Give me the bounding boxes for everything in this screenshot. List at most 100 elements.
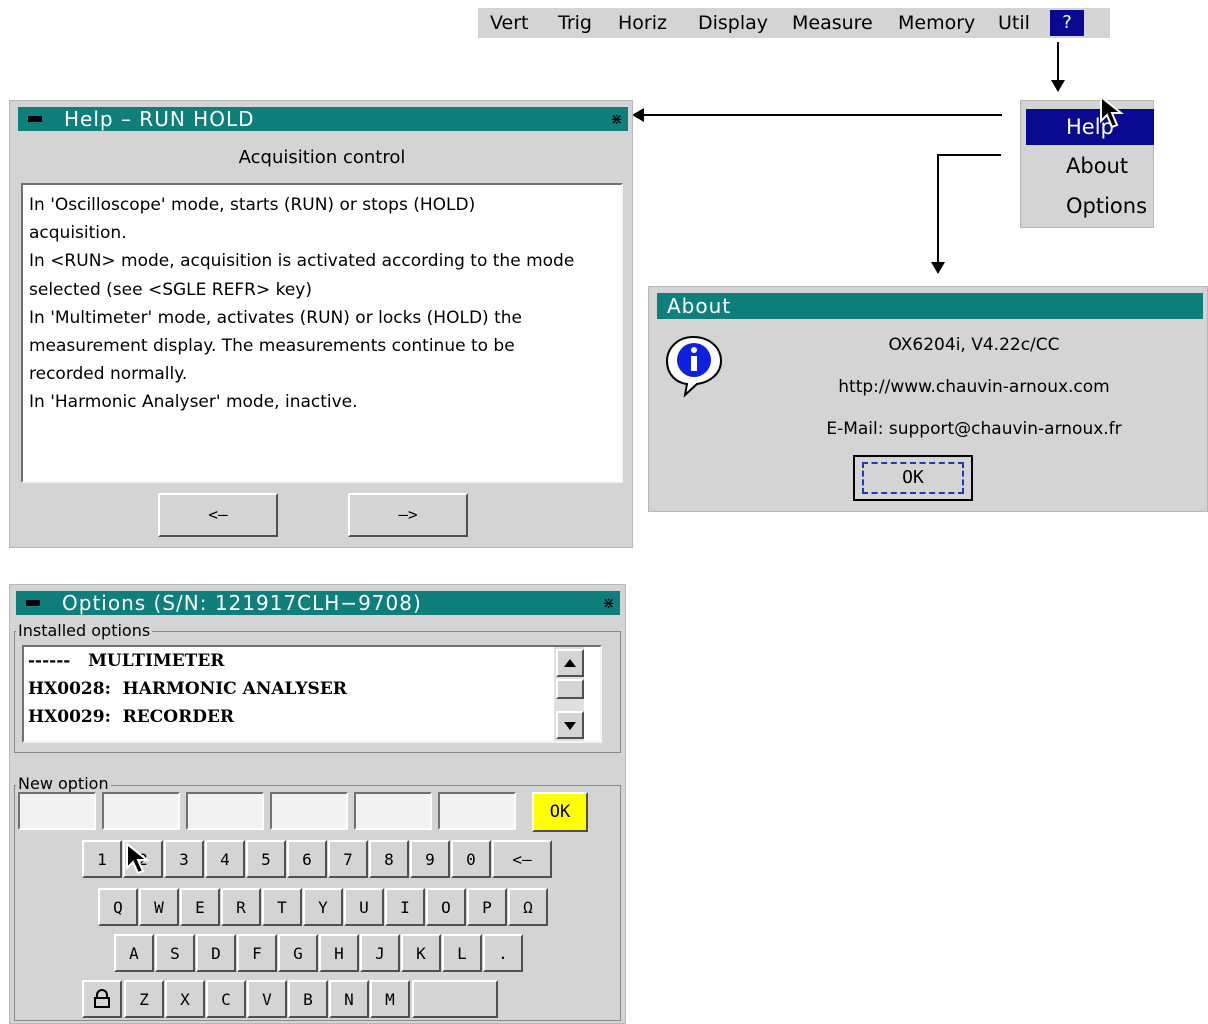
keyboard-key[interactable]: P	[467, 888, 507, 926]
minimize-icon[interactable]	[28, 116, 42, 122]
keyboard-key[interactable]: 3	[164, 840, 204, 878]
help-line: recorded normally.	[29, 364, 188, 385]
help-line: acquisition.	[29, 223, 127, 244]
arrow-head	[1051, 80, 1065, 92]
keyboard-key[interactable]: U	[344, 888, 384, 926]
keyboard-key[interactable]: Ω	[508, 888, 548, 926]
scroll-down-button[interactable]	[556, 711, 584, 739]
help-line: In 'Multimeter' mode, activates (RUN) or…	[29, 307, 522, 328]
options-title-bar: Options (S/N: 121917CLH−9708) ⋇	[16, 591, 620, 615]
keyboard-key[interactable]: Z	[124, 980, 164, 1018]
keyboard-key[interactable]: S	[155, 934, 195, 972]
dropdown-item-about[interactable]: About	[1066, 151, 1128, 181]
keyboard-key[interactable]: V	[247, 980, 287, 1018]
menu-help-question[interactable]: ?	[1050, 10, 1084, 36]
keyboard-key[interactable]: T	[262, 888, 302, 926]
arrow-line	[642, 114, 1002, 116]
about-website: http://www.chauvin-arnoux.com	[838, 377, 1110, 397]
keyboard-key[interactable]: L	[442, 934, 482, 972]
keyboard-key[interactable]: 5	[246, 840, 286, 878]
menu-util[interactable]: Util	[998, 12, 1030, 34]
option-code-field[interactable]	[18, 792, 96, 830]
help-line: measurement display. The measurements co…	[29, 336, 515, 357]
menu-display[interactable]: Display	[698, 12, 768, 34]
menu-horiz[interactable]: Horiz	[618, 12, 667, 34]
option-code-field[interactable]	[270, 792, 348, 830]
help-line: In 'Harmonic Analyser' mode, inactive.	[29, 392, 358, 413]
new-option-label: New option	[16, 774, 111, 793]
keyboard-key[interactable]: 9	[410, 840, 450, 878]
installed-options-label: Installed options	[16, 621, 153, 640]
keyboard-key[interactable]: J	[360, 934, 400, 972]
installed-options-list[interactable]: ------ MULTIMETER HX0028: HARMONIC ANALY…	[22, 645, 602, 743]
about-title-bar: About	[657, 293, 1203, 319]
scroll-up-button[interactable]	[556, 649, 584, 677]
arrow-down-icon	[564, 722, 576, 730]
about-ok-label: OK	[862, 462, 964, 494]
option-code-field[interactable]	[354, 792, 432, 830]
help-next-button[interactable]: –>	[348, 493, 468, 537]
resize-icon[interactable]: ⋇	[602, 594, 616, 612]
help-line: In 'Oscilloscope' mode, starts (RUN) or …	[29, 195, 476, 215]
dropdown-item-help[interactable]: Help	[1026, 109, 1154, 145]
keyboard-key[interactable]: B	[288, 980, 328, 1018]
resize-icon[interactable]: ⋇	[610, 110, 624, 128]
help-text: In 'Oscilloscope' mode, starts (RUN) or …	[29, 191, 615, 417]
option-code-field[interactable]	[186, 792, 264, 830]
minimize-icon[interactable]	[26, 600, 40, 606]
keyboard-key[interactable]: K	[401, 934, 441, 972]
space-key[interactable]	[412, 980, 498, 1018]
keyboard-key[interactable]: X	[165, 980, 205, 1018]
keyboard-key[interactable]: O	[426, 888, 466, 926]
lock-icon	[94, 989, 110, 1008]
help-text-area[interactable]: In 'Oscilloscope' mode, starts (RUN) or …	[21, 183, 623, 483]
keyboard-key[interactable]: N	[329, 980, 369, 1018]
arrow-line	[937, 154, 1001, 156]
list-item: ------ MULTIMETER	[28, 651, 225, 671]
scroll-thumb[interactable]	[556, 679, 584, 699]
keyboard-key[interactable]: G	[278, 934, 318, 972]
keyboard-key[interactable]: M	[370, 980, 410, 1018]
scrollbar[interactable]	[554, 647, 584, 741]
keyboard-key[interactable]: Q	[98, 888, 138, 926]
keyboard-key[interactable]: A	[114, 934, 154, 972]
keyboard-key[interactable]: 8	[369, 840, 409, 878]
help-prev-button[interactable]: <–	[158, 493, 278, 537]
keyboard-key[interactable]: 7	[328, 840, 368, 878]
about-ok-button[interactable]: OK	[853, 455, 973, 501]
list-item: HX0029: RECORDER	[28, 707, 235, 727]
menu-measure[interactable]: Measure	[792, 12, 873, 34]
help-title: Help – RUN HOLD	[64, 107, 255, 131]
menu-vert[interactable]: Vert	[490, 12, 528, 34]
keyboard-key[interactable]: <–	[492, 840, 552, 878]
keyboard-key[interactable]: C	[206, 980, 246, 1018]
keyboard-key[interactable]: .	[483, 934, 523, 972]
keyboard-key[interactable]: D	[196, 934, 236, 972]
arrow-up-icon	[564, 659, 576, 667]
option-code-field[interactable]	[438, 792, 516, 830]
lock-key[interactable]	[82, 980, 122, 1018]
menu-trig[interactable]: Trig	[558, 12, 592, 34]
about-title: About	[667, 294, 732, 318]
keyboard-key[interactable]: E	[180, 888, 220, 926]
keyboard-key[interactable]: W	[139, 888, 179, 926]
keyboard-key[interactable]: 4	[205, 840, 245, 878]
keyboard-key[interactable]: F	[237, 934, 277, 972]
option-ok-button[interactable]: OK	[532, 792, 588, 832]
arrow-head	[632, 108, 644, 122]
keyboard-key[interactable]: 6	[287, 840, 327, 878]
keyboard-key[interactable]: H	[319, 934, 359, 972]
keyboard-key[interactable]: 0	[451, 840, 491, 878]
help-line: selected (see <SGLE REFR> key)	[29, 279, 312, 300]
menu-memory[interactable]: Memory	[898, 12, 975, 34]
keyboard-key[interactable]: R	[221, 888, 261, 926]
dropdown-item-options[interactable]: Options	[1066, 191, 1147, 221]
keyboard-key[interactable]: 1	[82, 840, 122, 878]
option-code-field[interactable]	[102, 792, 180, 830]
keyboard-key[interactable]: I	[385, 888, 425, 926]
about-version: OX6204i, V4.22c/CC	[888, 335, 1060, 355]
arrow-head	[931, 262, 945, 274]
keyboard-key[interactable]: Y	[303, 888, 343, 926]
arrow-line	[1057, 42, 1059, 82]
help-subtitle: Acquisition control	[238, 147, 406, 168]
